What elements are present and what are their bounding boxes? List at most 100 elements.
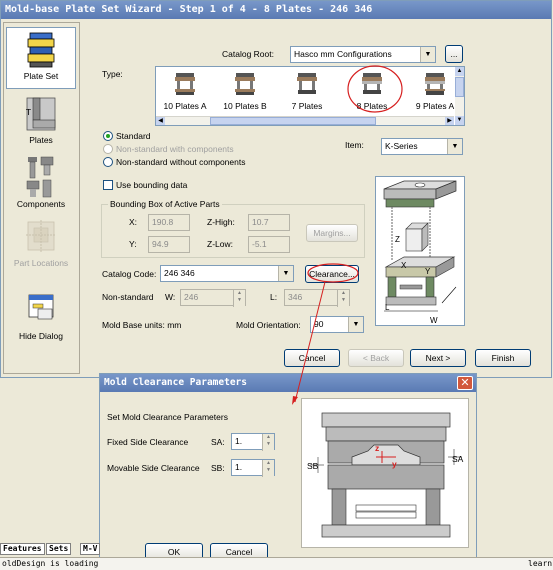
w-field[interactable]: 246 ▲ ▼ bbox=[180, 289, 246, 307]
catalog-code-label: Catalog Code: bbox=[102, 269, 157, 279]
cancel-button[interactable]: Cancel bbox=[284, 349, 340, 367]
use-bounding-checkbox[interactable] bbox=[103, 180, 113, 190]
nav-plate-set-label: Plate Set bbox=[23, 71, 59, 81]
mold-preview-diagram bbox=[383, 180, 457, 312]
x-field[interactable]: 190.8 bbox=[148, 214, 190, 231]
nav-components[interactable]: Components bbox=[6, 153, 76, 213]
chevron-down-icon: ▼ bbox=[420, 47, 435, 62]
item-select[interactable]: K-Series ▼ bbox=[381, 138, 463, 155]
plate-type-10b-label: 10 Plates B bbox=[223, 101, 267, 111]
next-button[interactable]: Next > bbox=[410, 349, 466, 367]
plate-type-8-label: 8 Plates bbox=[356, 101, 388, 111]
radio-standard[interactable] bbox=[103, 131, 113, 141]
clearance-diagram: SB SA z y bbox=[301, 398, 469, 548]
zlow-label: Z-Low: bbox=[207, 239, 233, 249]
clearance-button[interactable]: Clearance... bbox=[305, 265, 359, 283]
scroll-right-icon[interactable]: ▶ bbox=[445, 117, 454, 125]
radio-nonstandard-without[interactable] bbox=[103, 157, 113, 167]
diagram-z-label: Z bbox=[395, 235, 400, 244]
spinner-icon[interactable]: ▲ ▼ bbox=[262, 434, 274, 451]
vscroll-thumb[interactable] bbox=[455, 77, 464, 97]
nav-plate-set[interactable]: Plate Set bbox=[6, 27, 76, 89]
type-label: Type: bbox=[102, 69, 123, 79]
zlow-field[interactable]: -5.1 bbox=[248, 236, 290, 253]
scroll-left-icon[interactable]: ◀ bbox=[156, 117, 165, 125]
type-list-vscrollbar[interactable]: ▲ ▼ bbox=[455, 67, 464, 125]
tab-features[interactable]: Features bbox=[0, 543, 45, 555]
sb-value: 1. bbox=[235, 462, 243, 472]
nav-plates-label: Plates bbox=[29, 135, 53, 145]
mold-base-units: Mold Base units: mm bbox=[102, 320, 182, 330]
catalog-browse-button[interactable]: ... bbox=[445, 45, 463, 63]
nav-components-label: Components bbox=[16, 199, 66, 209]
plate-type-8[interactable]: 8 Plates bbox=[344, 72, 400, 111]
plate-type-items: 10 Plates A 10 Plates B 7 Plates 8 Plate… bbox=[155, 66, 455, 116]
radio-nonstandard-with[interactable] bbox=[103, 144, 113, 154]
catalog-code-value: 246 346 bbox=[164, 268, 195, 278]
radio-nonstandard-without-label: Non-standard without components bbox=[116, 157, 246, 167]
nav-part-locations[interactable]: Part Locations bbox=[6, 216, 76, 272]
spinner-icon[interactable]: ▲ ▼ bbox=[233, 290, 245, 307]
spinner-icon[interactable]: ▲ ▼ bbox=[262, 460, 274, 477]
hscroll-thumb[interactable] bbox=[210, 117, 376, 125]
plate-type-10b[interactable]: 10 Plates B bbox=[217, 72, 273, 111]
chevron-down-icon: ▼ bbox=[278, 266, 293, 281]
mold-preview: Z X Y L W bbox=[375, 176, 465, 326]
plate-7-icon bbox=[297, 73, 317, 94]
plate-10b-icon bbox=[235, 73, 255, 95]
diagram-l-label: L bbox=[385, 303, 390, 312]
orientation-label: Mold Orientation: bbox=[236, 320, 301, 330]
finish-button[interactable]: Finish bbox=[475, 349, 531, 367]
back-button[interactable]: < Back bbox=[348, 349, 404, 367]
plate-type-7-label: 7 Plates bbox=[291, 101, 323, 111]
catalog-code-select[interactable]: 246 346 ▼ bbox=[160, 265, 294, 282]
zhigh-field[interactable]: 10.7 bbox=[248, 214, 290, 231]
movable-side-label: Movable Side Clearance bbox=[107, 463, 200, 473]
scroll-up-icon[interactable]: ▲ bbox=[455, 67, 464, 76]
sa-label: SA: bbox=[211, 437, 225, 447]
plate-type-7[interactable]: 7 Plates bbox=[279, 72, 335, 111]
nav-plates[interactable]: T Plates bbox=[6, 93, 76, 149]
bottom-strip: Features Sets M-V oldDesign is loading l… bbox=[0, 543, 553, 570]
svg-text:T: T bbox=[25, 108, 31, 117]
status-right-text: learn bbox=[528, 559, 553, 568]
nav-hide-dialog-label: Hide Dialog bbox=[19, 331, 63, 341]
plate-type-10a[interactable]: 10 Plates A bbox=[157, 72, 213, 111]
y-field[interactable]: 94.9 bbox=[148, 236, 190, 253]
close-icon[interactable]: ✕ bbox=[457, 376, 473, 390]
catalog-root-select[interactable]: Hasco mm Configurations ▼ bbox=[290, 46, 436, 63]
x-label: X: bbox=[129, 217, 138, 227]
margins-button[interactable]: Margins... bbox=[306, 224, 358, 242]
y-label: Y: bbox=[129, 239, 137, 249]
w-label: W: bbox=[165, 292, 176, 302]
catalog-root-value: Hasco mm Configurations bbox=[294, 49, 392, 59]
tab-sets[interactable]: Sets bbox=[46, 543, 72, 555]
type-list-hscrollbar[interactable]: ◀ ▶ bbox=[156, 116, 454, 125]
l-label: L: bbox=[270, 292, 278, 302]
orientation-select[interactable]: 90 ▼ bbox=[310, 316, 364, 333]
diagram-x-label: X bbox=[401, 261, 407, 270]
orientation-value: 90 bbox=[314, 319, 324, 329]
plate-8-icon bbox=[362, 73, 382, 94]
spinner-icon[interactable]: ▲ ▼ bbox=[337, 290, 349, 307]
l-field[interactable]: 346 ▲ ▼ bbox=[284, 289, 350, 307]
plate-9a-icon bbox=[425, 73, 445, 95]
zhigh-label: Z-High: bbox=[207, 217, 235, 227]
components-icon bbox=[26, 156, 54, 198]
scroll-down-icon[interactable]: ▼ bbox=[455, 116, 464, 125]
radio-nonstandard-with-label: Non-standard with components bbox=[116, 144, 234, 154]
item-label: Item: bbox=[345, 140, 364, 150]
tab-m[interactable]: M-V bbox=[80, 543, 101, 555]
sa-field[interactable]: 1. ▲ ▼ bbox=[231, 433, 275, 451]
clearance-heading: Set Mold Clearance Parameters bbox=[107, 412, 228, 422]
radio-standard-label: Standard bbox=[116, 131, 151, 141]
diagram-w-label: W bbox=[430, 316, 438, 325]
nav-hide-dialog[interactable]: Hide Dialog bbox=[6, 289, 76, 345]
plate-10a-icon bbox=[175, 73, 195, 95]
nonstandard-label: Non-standard bbox=[102, 292, 154, 302]
bounding-box-title: Bounding Box of Active Parts bbox=[108, 199, 222, 209]
sb-field[interactable]: 1. ▲ ▼ bbox=[231, 459, 275, 477]
plate-type-10a-label: 10 Plates A bbox=[163, 101, 207, 111]
fixed-side-label: Fixed Side Clearance bbox=[107, 437, 189, 447]
hide-dialog-icon bbox=[28, 294, 54, 320]
